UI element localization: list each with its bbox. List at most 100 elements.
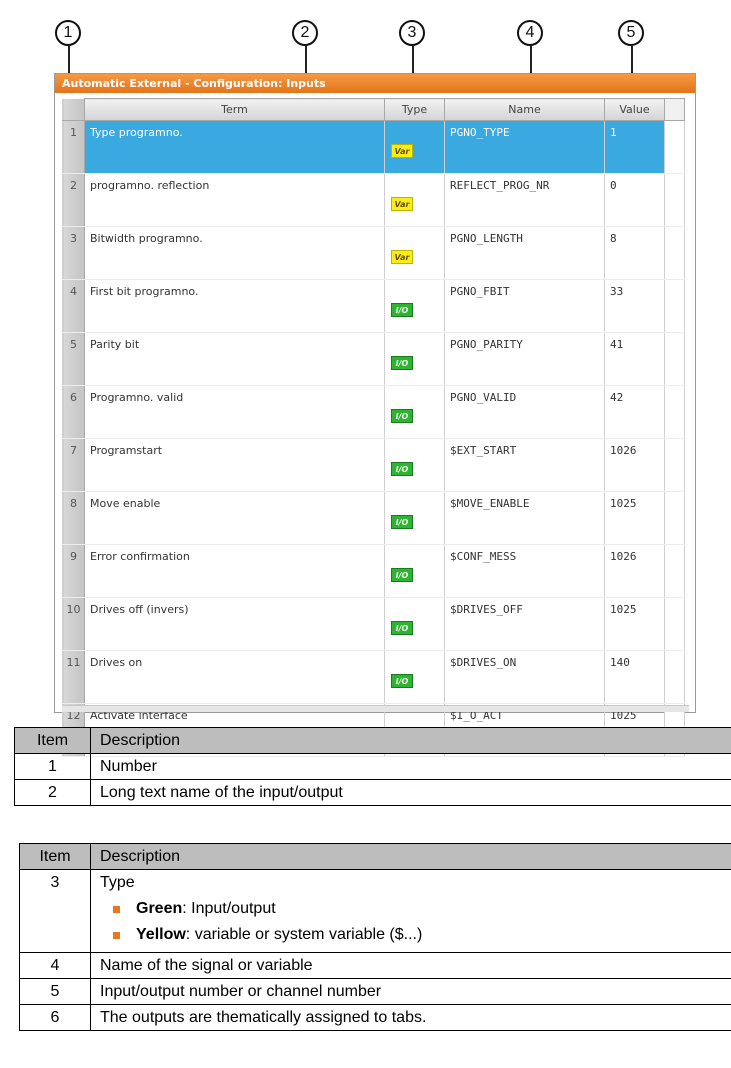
name-cell[interactable]: REFLECT_PROG_NR (444, 173, 605, 227)
item-number: 5 (19, 978, 91, 1005)
row-number[interactable]: 5 (62, 332, 85, 386)
value-cell[interactable]: 1026 (604, 438, 665, 492)
row-number[interactable]: 11 (62, 650, 85, 704)
row-number[interactable]: 8 (62, 491, 85, 545)
item-description: Long text name of the input/output (90, 779, 731, 806)
value-cell[interactable]: 140 (604, 650, 665, 704)
item-description: Number (90, 753, 731, 780)
name-cell[interactable]: $DRIVES_ON (444, 650, 605, 704)
table-row[interactable]: 2 programno. reflection Var REFLECT_PROG_NR… (62, 173, 685, 227)
io-type-icon: I/O (391, 356, 413, 370)
filler-cell (664, 226, 685, 280)
table-row[interactable]: 3 Bitwidth programno. Var PGNO_LENGTH 8 (62, 226, 685, 280)
row-number[interactable]: 1 (62, 120, 85, 174)
type-description: Type Green: Input/output Yellow: variabl… (90, 869, 731, 953)
type-cell[interactable]: I/O (384, 438, 445, 492)
filler-cell (664, 120, 685, 174)
configuration-window: Automatic External - Configuration: Inpu… (54, 73, 696, 757)
value-cell[interactable]: 8 (604, 226, 665, 280)
column-header-type[interactable]: Type (384, 98, 445, 121)
name-cell[interactable]: $CONF_MESS (444, 544, 605, 598)
callout-2: 2 (292, 20, 318, 46)
type-cell[interactable]: Var (384, 226, 445, 280)
type-cell[interactable]: I/O (384, 544, 445, 598)
bullet-green: Green: Input/output (113, 900, 731, 918)
item-number: 4 (19, 952, 91, 979)
table-row[interactable]: 4 First bit programno. I/O PGNO_FBIT 33 (62, 279, 685, 333)
name-cell[interactable]: $MOVE_ENABLE (444, 491, 605, 545)
row-number[interactable]: 3 (62, 226, 85, 280)
name-cell[interactable]: $DRIVES_OFF (444, 597, 605, 651)
term-cell[interactable]: programno. reflection (84, 173, 385, 227)
column-header-name[interactable]: Name (444, 98, 605, 121)
value-cell[interactable]: 1025 (604, 597, 665, 651)
name-cell[interactable]: PGNO_LENGTH (444, 226, 605, 280)
name-cell[interactable]: PGNO_TYPE (444, 120, 605, 174)
table-row[interactable]: 6 Programno. valid I/O PGNO_VALID 42 (62, 385, 685, 439)
column-header-term[interactable]: Term (84, 98, 385, 121)
type-cell[interactable]: I/O (384, 597, 445, 651)
term-cell[interactable]: Programno. valid (84, 385, 385, 439)
desc2-header-description: Description (90, 843, 731, 870)
description-table-1: Item Description 1 Number 2 Long text na… (14, 727, 731, 806)
type-cell[interactable]: Var (384, 120, 445, 174)
term-cell[interactable]: Drives off (invers) (84, 597, 385, 651)
io-type-icon: I/O (391, 515, 413, 529)
row-number[interactable]: 7 (62, 438, 85, 492)
type-cell[interactable]: I/O (384, 279, 445, 333)
type-cell[interactable]: I/O (384, 385, 445, 439)
name-cell[interactable]: $EXT_START (444, 438, 605, 492)
table-row: 2 Long text name of the input/output (14, 779, 731, 806)
callout-5: 5 (618, 20, 644, 46)
term-cell[interactable]: Move enable (84, 491, 385, 545)
window-title: Automatic External - Configuration: Inpu… (55, 74, 695, 93)
row-number[interactable]: 2 (62, 173, 85, 227)
value-cell[interactable]: 42 (604, 385, 665, 439)
table-row: 5 Input/output number or channel number (19, 978, 731, 1005)
value-cell[interactable]: 41 (604, 332, 665, 386)
table-row[interactable]: 8 Move enable I/O $MOVE_ENABLE 1025 (62, 491, 685, 545)
term-cell[interactable]: Bitwidth programno. (84, 226, 385, 280)
value-cell[interactable]: 33 (604, 279, 665, 333)
table-row: 1 Number (14, 753, 731, 780)
table-row[interactable]: 5 Parity bit I/O PGNO_PARITY 41 (62, 332, 685, 386)
io-type-icon: I/O (391, 674, 413, 688)
row-number[interactable]: 9 (62, 544, 85, 598)
table-row[interactable]: 11 Drives on I/O $DRIVES_ON 140 (62, 650, 685, 704)
type-cell[interactable]: I/O (384, 650, 445, 704)
io-type-icon: I/O (391, 462, 413, 476)
green-label: Green (136, 900, 183, 917)
table-row[interactable]: 7 Programstart I/O $EXT_START 1026 (62, 438, 685, 492)
table-row[interactable]: 9 Error confirmation I/O $CONF_MESS 1026 (62, 544, 685, 598)
type-cell[interactable]: I/O (384, 491, 445, 545)
item-description: The outputs are thematically assigned to… (90, 1004, 731, 1031)
header-corner (62, 98, 85, 121)
term-cell[interactable]: Drives on (84, 650, 385, 704)
value-cell[interactable]: 1 (604, 120, 665, 174)
value-cell[interactable]: 1026 (604, 544, 665, 598)
io-type-icon: I/O (391, 621, 413, 635)
term-cell[interactable]: Error confirmation (84, 544, 385, 598)
row-number[interactable]: 6 (62, 385, 85, 439)
term-cell[interactable]: First bit programno. (84, 279, 385, 333)
row-number[interactable]: 4 (62, 279, 85, 333)
name-cell[interactable]: PGNO_FBIT (444, 279, 605, 333)
variable-type-icon: Var (391, 197, 413, 211)
term-cell[interactable]: Parity bit (84, 332, 385, 386)
value-cell[interactable]: 0 (604, 173, 665, 227)
item-number: 3 (19, 869, 91, 953)
name-cell[interactable]: PGNO_VALID (444, 385, 605, 439)
type-cell[interactable]: I/O (384, 332, 445, 386)
column-header-value[interactable]: Value (604, 98, 665, 121)
table-row[interactable]: 1 Type programno. Var PGNO_TYPE 1 (62, 120, 685, 174)
term-cell[interactable]: Type programno. (84, 120, 385, 174)
term-cell[interactable]: Programstart (84, 438, 385, 492)
filler-cell (664, 544, 685, 598)
type-cell[interactable]: Var (384, 173, 445, 227)
row-number[interactable]: 10 (62, 597, 85, 651)
green-text: : Input/output (182, 900, 276, 917)
name-cell[interactable]: PGNO_PARITY (444, 332, 605, 386)
bullet-square-icon (113, 905, 120, 913)
table-row[interactable]: 10 Drives off (invers) I/O $DRIVES_OFF 1025 (62, 597, 685, 651)
value-cell[interactable]: 1025 (604, 491, 665, 545)
